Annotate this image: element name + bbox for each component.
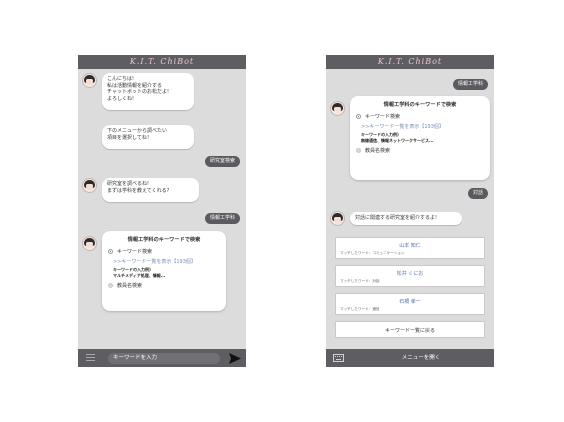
bot-avatar <box>330 211 345 226</box>
lab-teacher-name: 石橋 孝一 <box>399 299 421 305</box>
lab-prompt-bubble: 対話に関連する研究室を紹介するよ! <box>350 212 462 225</box>
user-reply-lab-search: 研究室検索 <box>204 156 240 167</box>
bot-avatar <box>330 101 345 116</box>
lab-teacher-name: 山本 知仁 <box>399 243 421 249</box>
radio-selected-icon <box>108 249 113 254</box>
input-bar: キーワードを入力 <box>78 349 246 367</box>
teacher-search-label: 教員名検索 <box>365 148 391 154</box>
teacher-search-option[interactable]: 教員名検索 <box>356 146 484 155</box>
example-label: キーワードの入力例) <box>361 132 399 137</box>
lab-card[interactable]: 松井 くにお マッチしたワード：対話 <box>335 265 485 287</box>
radio-unselected-icon <box>108 283 113 288</box>
teacher-search-option[interactable]: 教員名検索 <box>108 281 220 290</box>
lab-matched-word: マッチしたワード：コミュニケーション <box>340 251 405 255</box>
bot-avatar <box>82 236 97 251</box>
greeting-line: チャットボットのお松だよ! <box>107 89 169 96</box>
menu-bar: メニューを開く <box>326 349 494 367</box>
user-reply-topic: 対話 <box>467 188 488 199</box>
back-to-keywords-button[interactable]: キーワード一覧に戻る <box>335 321 485 338</box>
keyword-list-link[interactable]: >>キーワード一覧を表示【193個】 <box>361 123 484 130</box>
search-card: 情報工学科のキーワードで検索 キーワード検索 >>キーワード一覧を表示【193個… <box>102 231 226 311</box>
radio-selected-icon <box>356 114 361 119</box>
dept-prompt-line: 研究室を調べるね! <box>107 181 150 187</box>
user-reply-department: 情報工学科 <box>204 213 240 224</box>
menu-icon[interactable] <box>86 354 95 362</box>
bot-avatar <box>82 73 97 88</box>
lab-card[interactable]: 石橋 孝一 マッチしたワード：通信 <box>335 293 485 315</box>
greeting-line: こんにちは! <box>107 76 135 82</box>
lab-matched-word: マッチしたワード：通信 <box>340 307 380 311</box>
greeting-bubble: こんにちは! 私は活動情報を紹介する チャットボットのお松だよ! よろしくね! <box>102 73 194 110</box>
back-to-keywords-label: キーワード一覧に戻る <box>384 328 435 334</box>
greeting-line: よろしくね! <box>107 95 135 102</box>
search-card-title: 情報工学科のキーワードで検索 <box>383 102 457 108</box>
menu-prompt-bubble: 下のメニューから調べたい 項目を選択してね！ <box>102 125 194 149</box>
example-label: キーワードの入力例) <box>113 267 151 272</box>
keyword-input[interactable]: キーワードを入力 <box>108 353 220 364</box>
open-menu-button[interactable]: メニューを開く <box>356 349 486 367</box>
dept-prompt-bubble: 研究室を調べるね! まずは学科を教えてくれる? <box>102 178 199 202</box>
search-card: 情報工学科のキーワードで検索 キーワード検索 >>キーワード一覧を表示【193個… <box>350 96 490 180</box>
keyboard-icon[interactable] <box>333 354 344 362</box>
lab-card[interactable]: 山本 知仁 マッチしたワード：コミュニケーション <box>335 237 485 259</box>
chat-screen-left: K.I.T. ChiBot こんにちは! 私は活動情報を紹介する チャットボット… <box>78 55 246 367</box>
keyword-search-option[interactable]: キーワード検索 <box>356 112 484 121</box>
search-card-title: 情報工学科のキーワードで検索 <box>127 237 201 243</box>
radio-unselected-icon <box>356 148 361 153</box>
example-text: マルチメディア処理、情報... <box>113 272 166 278</box>
send-icon[interactable] <box>229 353 241 364</box>
lab-matched-word: マッチしたワード：対話 <box>340 279 380 283</box>
keyword-list-link[interactable]: >>キーワード一覧を表示【193個】 <box>113 258 220 265</box>
dept-prompt-line: まずは学科を教えてくれる? <box>107 187 170 194</box>
chat-screen-right: K.I.T. ChiBot 情報工学科 情報工学科のキーワードで検索 キーワード… <box>326 55 494 367</box>
example-text: 無線通信、情報ネットワークサービス... <box>361 137 434 143</box>
keyword-search-option[interactable]: キーワード検索 <box>108 247 220 256</box>
keyword-search-label: キーワード検索 <box>365 114 401 120</box>
bot-avatar <box>82 178 97 193</box>
user-reply-department: 情報工学科 <box>452 79 488 90</box>
teacher-search-label: 教員名検索 <box>117 283 143 289</box>
keyword-search-label: キーワード検索 <box>117 249 153 255</box>
lab-teacher-name: 松井 くにお <box>396 271 424 277</box>
app-title: K.I.T. ChiBot <box>78 55 246 69</box>
menu-prompt-line: 項目を選択してね！ <box>107 134 152 141</box>
menu-prompt-line: 下のメニューから調べたい <box>107 128 168 134</box>
app-title: K.I.T. ChiBot <box>326 55 494 69</box>
